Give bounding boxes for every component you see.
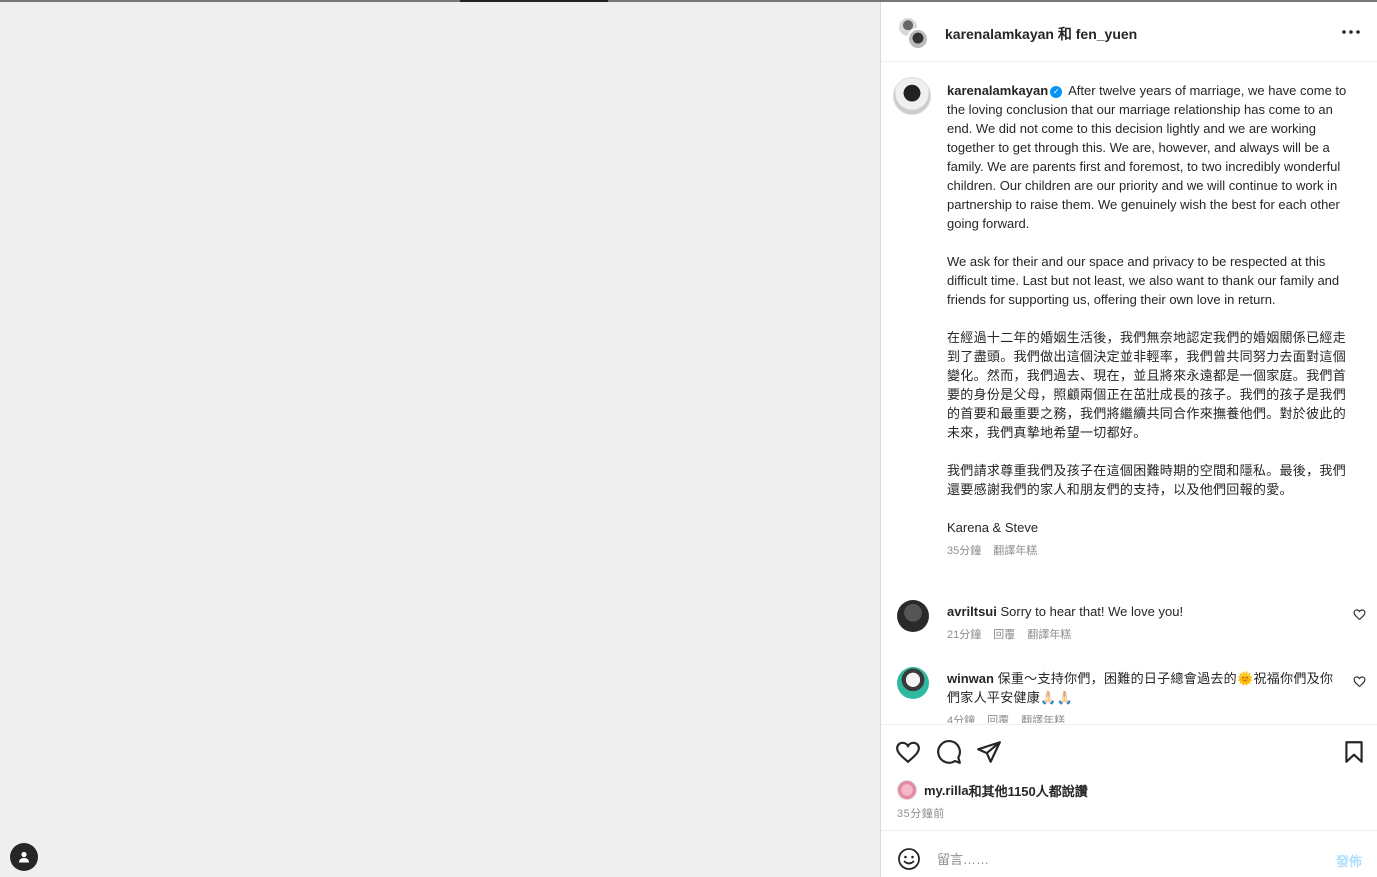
- comment-icon[interactable]: [936, 739, 962, 765]
- caption-paragraph: 我們請求尊重我們及孩子在這個困難時期的空間和隱私。最後，我們還要感謝我們的家人和…: [947, 463, 1347, 497]
- likes-suffix[interactable]: 和其他1150人都說讚: [969, 781, 1088, 800]
- avatar[interactable]: [897, 667, 929, 699]
- comment-time: 4分鐘: [947, 715, 976, 723]
- avatar[interactable]: [893, 77, 931, 115]
- comment-text: 保重～支持你們，困難的日子總會過去的🌞祝福你們及你們家人平安健康🙏🏻🙏🏻: [947, 671, 1334, 705]
- post-author-title[interactable]: karenalamkayan 和 fen_yuen: [945, 24, 1137, 44]
- profile-button[interactable]: [10, 843, 38, 871]
- caption-text: karenalamkayan ✓ After twelve years of ma…: [947, 81, 1349, 561]
- heart-icon[interactable]: [895, 739, 921, 765]
- comment-meta: 21分鐘 回覆 翻譯年糕: [947, 626, 1337, 645]
- avatar[interactable]: [897, 600, 929, 632]
- caption-paragraph: We ask for their and our space and priva…: [947, 254, 1340, 307]
- avatar: [907, 28, 929, 50]
- see-translation-link[interactable]: 翻譯年糕: [993, 545, 1037, 557]
- comment-body: winwan 保重～支持你們，困難的日子總會過去的🌞祝福你們及你們家人平安健康🙏…: [947, 669, 1337, 723]
- caption-paragraph: 在經過十二年的婚姻生活後，我們無奈地認定我們的婚姻關係已經走到了盡頭。我們做出這…: [947, 330, 1347, 440]
- user-icon: [19, 851, 29, 863]
- caption-time: 35分鐘: [947, 545, 982, 557]
- comment-username[interactable]: avriltsui: [947, 604, 997, 619]
- likes-summary[interactable]: my.rilla 和其他1150人都說讚: [897, 780, 1088, 800]
- comment-meta: 4分鐘 回覆 翻譯年糕: [947, 712, 1337, 723]
- caption-meta: 35分鐘 翻譯年糕: [947, 542, 1349, 561]
- more-horizontal-icon[interactable]: [1341, 22, 1361, 42]
- comment-text: Sorry to hear that! We love you!: [1000, 604, 1184, 619]
- avatar: [897, 780, 917, 800]
- caption-paragraph: After twelve years of marriage, we have …: [947, 83, 1347, 231]
- comment-input[interactable]: [937, 847, 1317, 871]
- heart-icon[interactable]: [1353, 675, 1366, 688]
- collab-avatars[interactable]: [897, 16, 931, 50]
- heart-icon[interactable]: [1353, 608, 1366, 621]
- see-translation-link[interactable]: 翻譯年糕: [1021, 715, 1065, 723]
- likes-user[interactable]: my.rilla: [924, 783, 969, 798]
- caption-signature: Karena & Steve: [947, 520, 1039, 535]
- post-side-panel: karenalamkayan 和 fen_yuen karenalamkayan…: [880, 2, 1377, 877]
- media-area: [0, 2, 880, 877]
- comment-username[interactable]: winwan: [947, 671, 994, 686]
- reply-link[interactable]: 回覆: [987, 715, 1009, 723]
- caption-username[interactable]: karenalamkayan: [947, 83, 1048, 98]
- bookmark-icon[interactable]: [1341, 739, 1367, 765]
- post-time: 35分鐘前: [897, 808, 945, 820]
- comment-time: 21分鐘: [947, 629, 982, 641]
- paper-plane-icon[interactable]: [976, 739, 1002, 765]
- see-translation-link[interactable]: 翻譯年糕: [1027, 629, 1071, 641]
- comment-body: avriltsui Sorry to hear that! We love yo…: [947, 602, 1337, 645]
- verified-badge-icon: ✓: [1050, 85, 1063, 98]
- comments-scroll-area[interactable]: karenalamkayan ✓ After twelve years of ma…: [881, 63, 1377, 723]
- smiley-icon[interactable]: [897, 847, 921, 871]
- add-comment-bar: 發佈: [881, 830, 1377, 877]
- post-header: karenalamkayan 和 fen_yuen: [881, 2, 1377, 62]
- post-comment-button[interactable]: 發佈: [1336, 851, 1362, 870]
- post-actions-bar: [881, 724, 1377, 776]
- reply-link[interactable]: 回覆: [993, 629, 1015, 641]
